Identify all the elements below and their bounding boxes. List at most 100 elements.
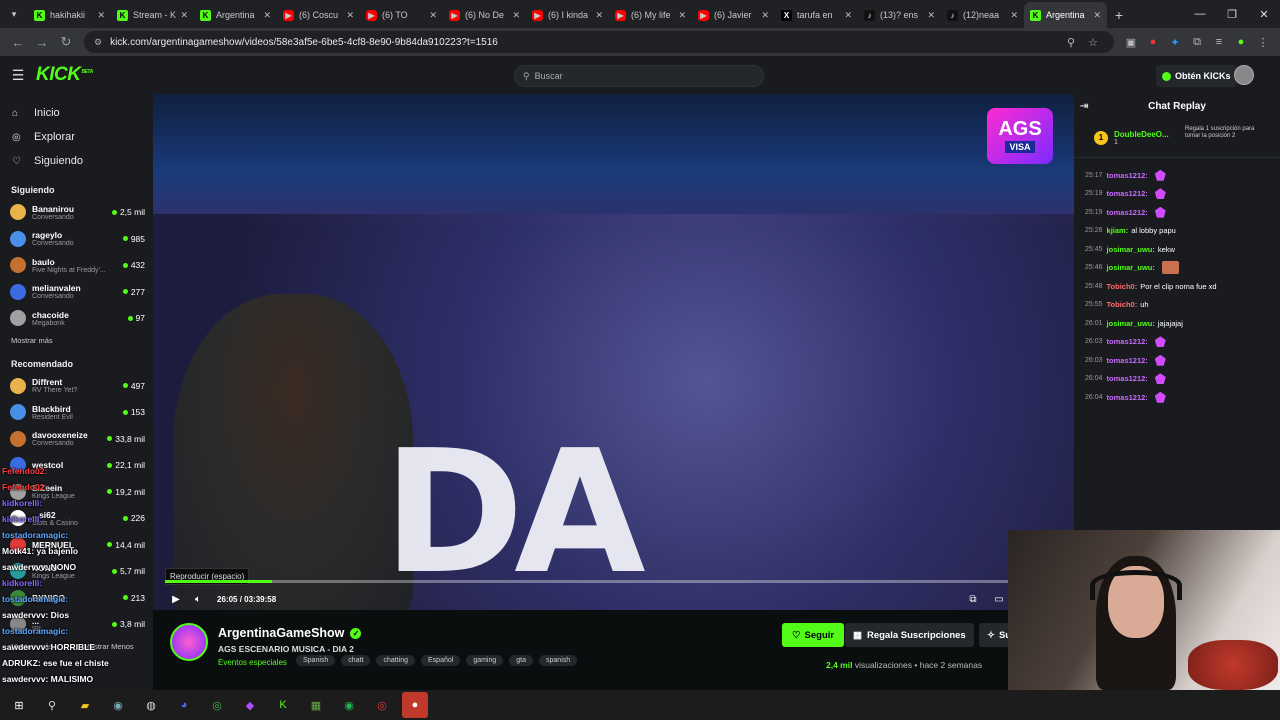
extensions-puzzle-icon[interactable]: ⧉	[1186, 31, 1208, 53]
tab-close-icon[interactable]: ✕	[844, 10, 852, 21]
sidebar-channel[interactable]: ElZeein Kings League 19,2 mil	[0, 479, 153, 506]
restore-icon[interactable]: ❐	[1216, 0, 1248, 28]
message-username[interactable]: kjiam:	[1107, 226, 1129, 235]
back-icon[interactable]: ←	[6, 31, 30, 53]
kick-icon[interactable]: K	[270, 692, 296, 718]
show-more-following[interactable]: Mostrar más	[0, 336, 153, 345]
message-username[interactable]: josimar_uwu:	[1107, 319, 1155, 328]
extension-icon-2[interactable]: ●	[1142, 31, 1164, 53]
tab-close-icon[interactable]: ✕	[761, 10, 769, 21]
recording-icon[interactable]: ●	[402, 692, 428, 718]
sidebar-channel[interactable]: Diffrent RV There Yet? 497	[0, 373, 153, 400]
kick-logo[interactable]: KICKBETA	[36, 64, 93, 86]
sidebar-channel[interactable]: NONO Kings League 5,7 mil	[0, 558, 153, 585]
sidebar-channel[interactable]: rageylo Conversando 985	[0, 226, 153, 253]
message-username[interactable]: tomas1212:	[1107, 374, 1148, 383]
minimize-icon[interactable]: —	[1184, 0, 1216, 28]
media-control-icon[interactable]: ≡	[1208, 31, 1230, 53]
tab-close-icon[interactable]: ✕	[97, 10, 105, 21]
category-link[interactable]: Eventos especiales	[218, 658, 287, 667]
browser-tab[interactable]: ▶ (6) My life ✕	[609, 2, 692, 28]
chrome-icon[interactable]: ◎	[204, 692, 230, 718]
tab-close-icon[interactable]: ✕	[346, 10, 354, 21]
play-icon[interactable]: ▶	[165, 590, 187, 608]
new-tab-button[interactable]: +	[1107, 2, 1131, 28]
sidebar-channel[interactable]: melianvalen Conversando 277	[0, 279, 153, 306]
hamburger-menu-icon[interactable]: ☰	[0, 67, 36, 84]
browser-tab[interactable]: ▶ (6) TO ✕	[360, 2, 443, 28]
tag-chip[interactable]: gta	[509, 655, 534, 666]
browser-tab[interactable]: K Argentina ✕	[194, 2, 277, 28]
browser-tab[interactable]: Khakihakii ✕	[28, 2, 111, 28]
show-less-recommended[interactable]: Mostrar Menos	[73, 642, 134, 651]
extension-icon-1[interactable]: ▣	[1120, 31, 1142, 53]
minecraft-icon[interactable]: ▦	[303, 692, 329, 718]
tab-close-icon[interactable]: ✕	[180, 10, 188, 21]
tab-close-icon[interactable]: ✕	[595, 10, 603, 21]
profile-icon[interactable]: ●	[1230, 31, 1252, 53]
tab-search-icon[interactable]: ▾	[0, 0, 28, 28]
message-username[interactable]: Tobich0:	[1107, 282, 1138, 291]
tag-chip[interactable]: spanish	[539, 655, 578, 666]
browser-tab[interactable]: ♪ (13)? ens ✕	[858, 2, 941, 28]
collapse-chat-icon[interactable]: ⇥	[1080, 101, 1088, 112]
follow-button[interactable]: ♡ Seguir	[782, 623, 845, 647]
steam-icon[interactable]: ◉	[105, 692, 131, 718]
message-username[interactable]: Tobich0:	[1107, 300, 1138, 309]
sidebar-channel[interactable]: chacoide Megabonk 97	[0, 305, 153, 332]
nav-item-inicio[interactable]: ⌂ Inicio	[0, 101, 153, 125]
folder-icon[interactable]: ▰	[72, 692, 98, 718]
message-username[interactable]: tomas1212:	[1107, 208, 1148, 217]
tag-chip[interactable]: gaming	[466, 655, 504, 666]
sidebar-channel[interactable]: ... IRL 3,8 mil	[0, 611, 153, 638]
tag-chip[interactable]: Spanish	[296, 655, 336, 666]
obs-icon[interactable]: ◍	[138, 692, 164, 718]
message-username[interactable]: josimar_uwu:	[1107, 263, 1155, 272]
video-player[interactable]: DA AGS VISA Reproducir (espacio) ▶ 🔈︎ 26…	[153, 94, 1074, 610]
browser-tab[interactable]: ▶ (6) No De ✕	[443, 2, 526, 28]
sidebar-channel[interactable]: westcol 22,1 mil	[0, 452, 153, 479]
pip-icon[interactable]: ⧉	[962, 590, 984, 608]
nav-item-explorar[interactable]: ◎ Explorar	[0, 125, 153, 149]
search-icon[interactable]: ⚲	[39, 692, 65, 718]
show-more-recommended[interactable]: Mostrar más	[0, 642, 53, 651]
user-avatar[interactable]	[1234, 65, 1254, 85]
extension-icon-3[interactable]: ✦	[1164, 31, 1186, 53]
clip-icon[interactable]: ▭	[988, 590, 1010, 608]
sidebar-channel[interactable]: davooxeneize Conversando 33,8 mil	[0, 426, 153, 453]
tab-close-icon[interactable]: ✕	[1010, 10, 1018, 21]
channel-avatar[interactable]	[170, 623, 208, 661]
discord-icon[interactable]: ◕	[171, 692, 197, 718]
sidebar-channel[interactable]: ...si62 Slots & Casino 226	[0, 505, 153, 532]
spotify-icon[interactable]: ◉	[336, 692, 362, 718]
kick-app-icon[interactable]: ◆	[237, 692, 263, 718]
message-username[interactable]: tomas1212:	[1107, 337, 1148, 346]
browser-tab[interactable]: Xtarufa en ✕	[775, 2, 858, 28]
forward-icon[interactable]: →	[30, 31, 54, 53]
windows-icon[interactable]: ⊞	[6, 692, 32, 718]
reload-icon[interactable]: ↻	[54, 31, 78, 53]
message-username[interactable]: tomas1212:	[1107, 189, 1148, 198]
zoom-icon[interactable]: ⚲	[1060, 31, 1082, 53]
tab-close-icon[interactable]: ✕	[512, 10, 520, 21]
browser-tab[interactable]: K Stream - K ✕	[111, 2, 194, 28]
tag-chip[interactable]: chatting	[376, 655, 416, 666]
message-username[interactable]: josimar_uwu:	[1107, 245, 1155, 254]
message-username[interactable]: tomas1212:	[1107, 171, 1148, 180]
browser-tab[interactable]: ▶ (6) I kinda ✕	[526, 2, 609, 28]
gift-subs-button[interactable]: ▦ Regala Suscripciones	[845, 623, 974, 647]
nav-item-siguiendo[interactable]: ♡ Siguiendo	[0, 149, 153, 173]
sidebar-channel[interactable]: Blackbird Resident Evil 153	[0, 399, 153, 426]
tab-close-icon[interactable]: ✕	[429, 10, 437, 21]
sidebar-channel[interactable]: MERNUEL 14,4 mil	[0, 532, 153, 559]
tag-chip[interactable]: chatt	[341, 655, 371, 666]
top-gifter-name[interactable]: DoubleDeeO...	[1114, 130, 1169, 139]
browser-tab[interactable]: K Argentina ✕	[1024, 2, 1107, 28]
search-input[interactable]: ⚲ Buscar	[514, 65, 764, 87]
sidebar-channel[interactable]: Bananirou Conversando 2,5 mil	[0, 199, 153, 226]
browser-menu-icon[interactable]: ⋮	[1252, 31, 1274, 53]
sidebar-channel[interactable]: baulo Five Nights at Freddy'... 432	[0, 252, 153, 279]
channel-name[interactable]: ArgentinaGameShow ✓	[218, 626, 362, 640]
tag-chip[interactable]: Español	[421, 655, 461, 666]
tab-close-icon[interactable]: ✕	[263, 10, 271, 21]
